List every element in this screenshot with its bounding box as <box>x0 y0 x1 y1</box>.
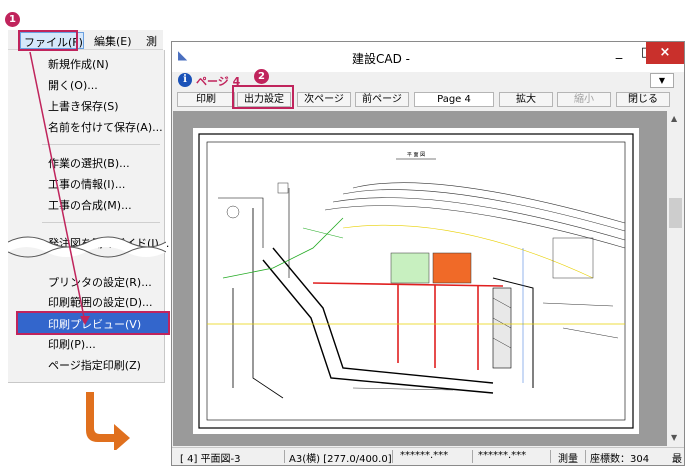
zoom-out-button[interactable]: 縮小 <box>557 92 611 107</box>
print-button[interactable]: 印刷 <box>177 92 235 107</box>
print-paper: 平 面 図 <box>193 128 639 434</box>
status-coord-y: ******.*** <box>478 450 527 461</box>
status-divider <box>585 450 586 463</box>
chevron-down-icon[interactable]: ▼ <box>650 73 674 88</box>
prev-page-button[interactable]: 前ページ <box>355 92 409 107</box>
status-divider <box>284 450 285 463</box>
close-button[interactable]: × <box>646 42 684 64</box>
app-icon: ◣ <box>178 48 188 62</box>
status-divider <box>550 450 551 463</box>
status-mode: 測量 <box>558 454 578 465</box>
page-number-field[interactable]: Page 4 <box>414 92 494 107</box>
title-bar: ◣ 建設CAD - _ □ × <box>172 42 684 72</box>
next-step-arrow-icon <box>86 392 130 450</box>
vertical-scrollbar[interactable]: ▲ ▼ <box>667 111 684 446</box>
zoom-in-button[interactable]: 拡大 <box>499 92 553 107</box>
cad-drawing: 平 面 図 <box>198 133 634 429</box>
status-coord-x: ******.*** <box>400 450 449 461</box>
scroll-up-icon[interactable]: ▲ <box>671 114 677 123</box>
scrollbar-thumb[interactable] <box>669 198 682 228</box>
status-extra: 最 <box>672 454 682 465</box>
next-page-button[interactable]: 次ページ <box>297 92 351 107</box>
status-points: 座標数：304 <box>590 454 650 465</box>
preview-canvas: 平 面 図 <box>173 111 667 446</box>
status-paper: A3(横) [277.0/400.0] <box>289 454 392 465</box>
status-bar: [ 4] 平面図-3 A3(横) [277.0/400.0] ******.**… <box>172 447 684 465</box>
minimize-button[interactable]: _ <box>604 42 634 64</box>
drawing-title: 平 面 図 <box>407 152 425 158</box>
status-layer: [ 4] 平面図-3 <box>180 454 241 465</box>
status-divider <box>472 450 473 463</box>
close-preview-button[interactable]: 閉じる <box>616 92 670 107</box>
info-icon: i <box>178 73 192 87</box>
window-title: 建設CAD - <box>352 52 410 66</box>
step2-highlight-box <box>232 85 294 109</box>
step2-badge: 2 <box>254 69 269 84</box>
scroll-down-icon[interactable]: ▼ <box>671 433 677 442</box>
status-divider <box>392 450 393 463</box>
